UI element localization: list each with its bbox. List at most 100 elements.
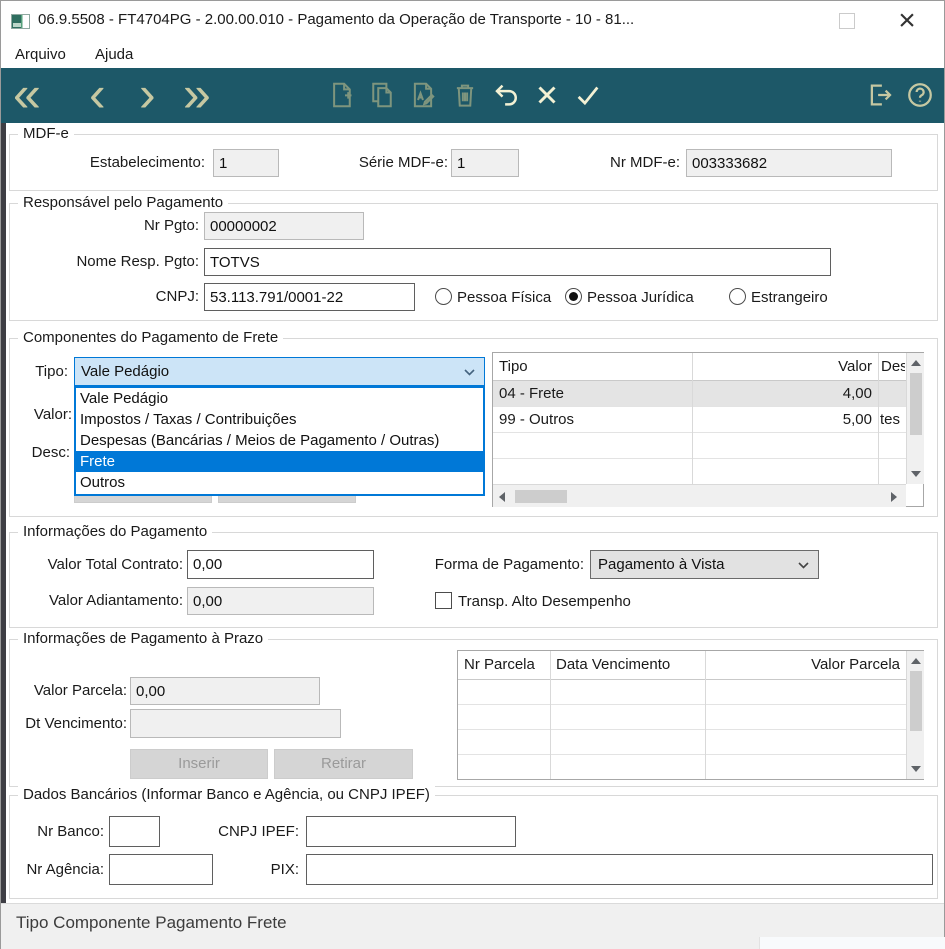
dropdown-option-highlighted[interactable]: Frete <box>76 451 483 472</box>
dt-vencimento-field <box>130 709 341 738</box>
tipo-label: Tipo: <box>35 363 68 380</box>
cell-tipo: 04 - Frete <box>499 385 565 402</box>
group-prazo: Informações de Pagamento à Prazo Valor P… <box>9 630 938 787</box>
delete-record-icon[interactable] <box>450 80 480 110</box>
forma-pagamento-combobox[interactable]: Pagamento à Vista <box>590 550 819 579</box>
cell-valor: 4,00 <box>842 385 872 402</box>
maximize-button[interactable] <box>839 13 855 29</box>
radio-estrangeiro-label: Estrangeiro <box>751 289 828 306</box>
status-panel <box>759 937 945 949</box>
dropdown-option[interactable]: Impostos / Taxas / Contribuições <box>76 409 483 430</box>
chevron-down-icon <box>798 562 809 569</box>
nome-resp-label: Nome Resp. Pgto: <box>76 253 199 270</box>
transp-alto-checkbox[interactable] <box>435 592 452 609</box>
col-header-des: Des <box>881 358 905 375</box>
valor-parcela-label: Valor Parcela: <box>33 682 127 699</box>
group-bancarios: Dados Bancários (Informar Banco e Agênci… <box>9 786 938 899</box>
app-icon <box>11 14 30 29</box>
exit-icon[interactable] <box>865 80 895 110</box>
nr-mdfe-field <box>686 149 892 177</box>
dt-vencimento-label: Dt Vencimento: <box>25 715 127 732</box>
cnpj-field[interactable] <box>204 283 415 311</box>
app-window: 06.9.5508 - FT4704PG - 2.00.00.010 - Pag… <box>0 0 945 949</box>
cancel-icon[interactable] <box>532 80 562 110</box>
first-record-icon[interactable]: « <box>13 68 41 123</box>
parcelas-table: Nr Parcela Data Vencimento Valor Parcela <box>457 650 924 780</box>
cnpj-ipef-field[interactable] <box>306 816 516 847</box>
tipo-dropdown-list: Vale Pedágio Impostos / Taxas / Contribu… <box>74 386 485 496</box>
pix-field[interactable] <box>306 854 933 885</box>
nr-banco-field[interactable] <box>109 816 160 847</box>
close-button[interactable]: × <box>889 3 925 39</box>
next-record-icon[interactable]: › <box>139 68 156 123</box>
group-mdfe: MDF-e Estabelecimento: Série MDF-e: Nr M… <box>9 125 938 191</box>
scroll-up-icon[interactable] <box>911 658 921 664</box>
valor-parcela-field <box>130 677 320 705</box>
copy-record-icon[interactable] <box>367 80 397 110</box>
radio-pessoa-juridica[interactable] <box>565 288 582 305</box>
nr-pgto-field <box>204 212 364 240</box>
nome-resp-field[interactable] <box>204 248 831 276</box>
radio-pessoa-juridica-label: Pessoa Jurídica <box>587 289 694 306</box>
menu-arquivo[interactable]: Arquivo <box>11 44 70 66</box>
group-componentes: Componentes do Pagamento de Frete Tipo: … <box>9 329 938 517</box>
scrollbar-thumb[interactable] <box>910 373 922 435</box>
horizontal-scrollbar[interactable] <box>493 484 906 507</box>
scrollbar-thumb[interactable] <box>910 671 922 731</box>
col-header-data-vencimento: Data Vencimento <box>556 656 671 673</box>
nr-agencia-field[interactable] <box>109 854 213 885</box>
pix-label: PIX: <box>270 861 299 878</box>
nr-agencia-label: Nr Agência: <box>26 861 104 878</box>
estabelecimento-field <box>213 149 279 177</box>
radio-estrangeiro[interactable] <box>729 288 746 305</box>
scroll-down-icon[interactable] <box>911 766 921 772</box>
estabelecimento-label: Estabelecimento: <box>89 154 205 171</box>
valor-adiantamento-field <box>187 587 374 615</box>
tipo-combobox[interactable]: Vale Pedágio <box>74 357 485 386</box>
desc-label: Desc: <box>31 444 70 461</box>
edit-record-icon[interactable] <box>408 80 438 110</box>
help-icon[interactable] <box>905 80 935 110</box>
dropdown-option[interactable]: Vale Pedágio <box>76 388 483 409</box>
retirar-button[interactable]: Retirar <box>274 749 413 779</box>
inserir-button[interactable]: Inserir <box>130 749 268 779</box>
group-bancarios-title: Dados Bancários (Informar Banco e Agênci… <box>18 786 435 803</box>
undo-icon[interactable] <box>491 80 521 110</box>
forma-pagamento-label: Forma de Pagamento: <box>434 556 584 573</box>
group-info-pagamento: Informações do Pagamento Valor Total Con… <box>9 523 938 628</box>
col-header-valor-parcela: Valor Parcela <box>811 656 900 673</box>
dropdown-option[interactable]: Outros <box>76 472 483 493</box>
col-header-nr-parcela: Nr Parcela <box>464 656 535 673</box>
menu-ajuda[interactable]: Ajuda <box>91 44 137 66</box>
scroll-left-icon[interactable] <box>499 492 505 502</box>
dropdown-option[interactable]: Despesas (Bancárias / Meios de Pagamento… <box>76 430 483 451</box>
new-record-icon[interactable] <box>326 80 356 110</box>
scroll-right-icon[interactable] <box>891 492 897 502</box>
nr-banco-label: Nr Banco: <box>37 823 104 840</box>
cell-tipo[interactable]: 99 - Outros <box>499 407 689 432</box>
vertical-scrollbar[interactable] <box>906 651 924 779</box>
col-header-tipo: Tipo <box>499 358 528 375</box>
confirm-icon[interactable] <box>573 80 603 110</box>
title-bar: 06.9.5508 - FT4704PG - 2.00.00.010 - Pag… <box>1 1 944 41</box>
scrollbar-thumb[interactable] <box>515 490 567 503</box>
minimize-button[interactable] <box>753 6 793 36</box>
valor-total-field[interactable] <box>187 550 374 579</box>
toolbar: « ‹ › » <box>1 68 944 123</box>
status-text: Tipo Componente Pagamento Frete <box>16 913 287 932</box>
group-responsavel-title: Responsável pelo Pagamento <box>18 194 229 211</box>
serie-mdfe-field <box>451 149 519 177</box>
last-record-icon[interactable]: » <box>183 68 211 123</box>
radio-pessoa-fisica[interactable] <box>435 288 452 305</box>
cnpj-ipef-label: CNPJ IPEF: <box>218 823 299 840</box>
serie-mdfe-label: Série MDF-e: <box>358 154 448 171</box>
forma-pagamento-value: Pagamento à Vista <box>598 556 725 573</box>
vertical-scrollbar[interactable] <box>906 353 924 484</box>
radio-pessoa-fisica-label: Pessoa Física <box>457 289 552 306</box>
valor-adiantamento-label: Valor Adiantamento: <box>49 592 183 609</box>
scroll-up-icon[interactable] <box>911 360 921 366</box>
scroll-down-icon[interactable] <box>911 471 921 477</box>
col-header-valor: Valor <box>838 358 872 375</box>
prev-record-icon[interactable]: ‹ <box>89 68 106 123</box>
transp-alto-label: Transp. Alto Desempenho <box>458 593 631 610</box>
